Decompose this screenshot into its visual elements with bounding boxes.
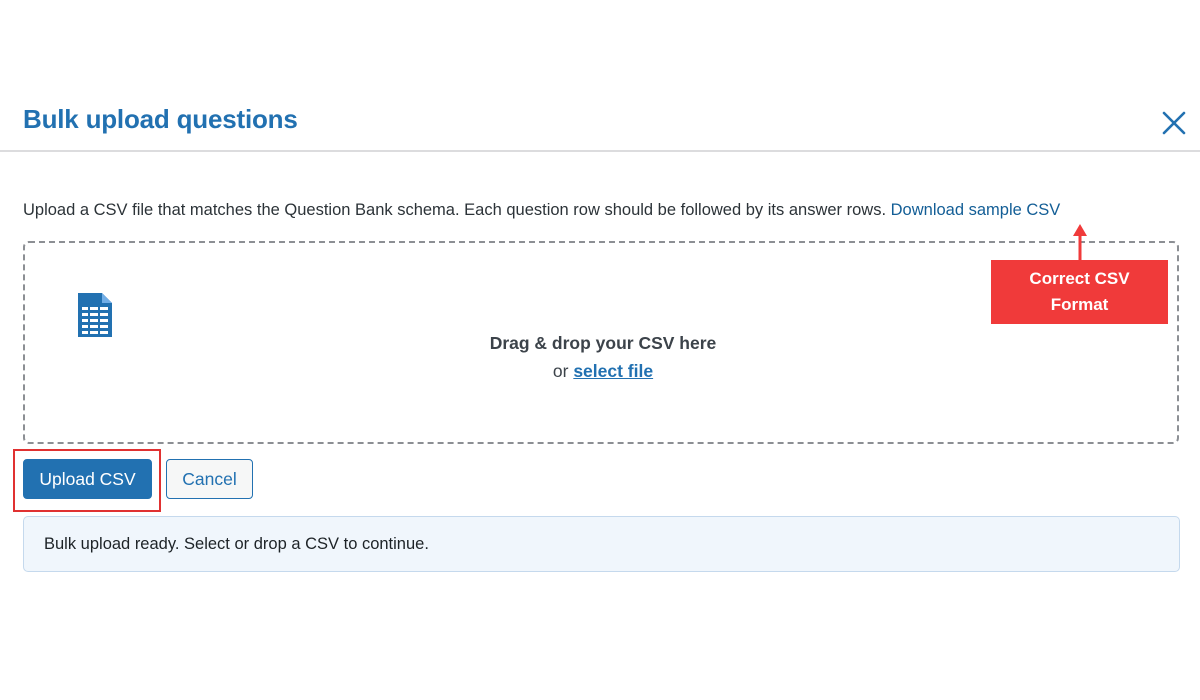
modal-header: Bulk upload questions: [0, 90, 1200, 152]
annotation-callout: Correct CSV Format: [991, 260, 1168, 324]
modal-title: Bulk upload questions: [23, 104, 298, 134]
cancel-button[interactable]: Cancel: [166, 459, 253, 499]
close-button[interactable]: [1158, 107, 1190, 139]
annotation-line-1: Correct CSV: [1029, 269, 1130, 288]
annotation-line-2: Format: [1050, 295, 1109, 314]
download-sample-csv-link[interactable]: Download sample CSV: [891, 201, 1061, 219]
dropzone-primary-text: Drag & drop your CSV here: [489, 333, 717, 353]
csv-file-icon: [78, 293, 112, 337]
status-notice-text: Bulk upload ready. Select or drop a CSV …: [44, 534, 429, 553]
select-file-link[interactable]: select file: [573, 361, 653, 381]
upload-csv-button[interactable]: Upload CSV: [23, 459, 152, 499]
dropzone-or-text: or: [552, 361, 569, 381]
annotation-arrow-icon: [1073, 224, 1087, 262]
status-notice: Bulk upload ready. Select or drop a CSV …: [23, 516, 1180, 572]
upload-instructions: Upload a CSV file that matches the Quest…: [23, 201, 1193, 220]
dropzone-secondary-text: or select file: [25, 361, 1181, 382]
close-icon: [1162, 111, 1186, 135]
instructions-text: Upload a CSV file that matches the Quest…: [23, 201, 887, 219]
bulk-upload-modal: Bulk upload questions Upload a CSV file …: [0, 0, 1200, 700]
